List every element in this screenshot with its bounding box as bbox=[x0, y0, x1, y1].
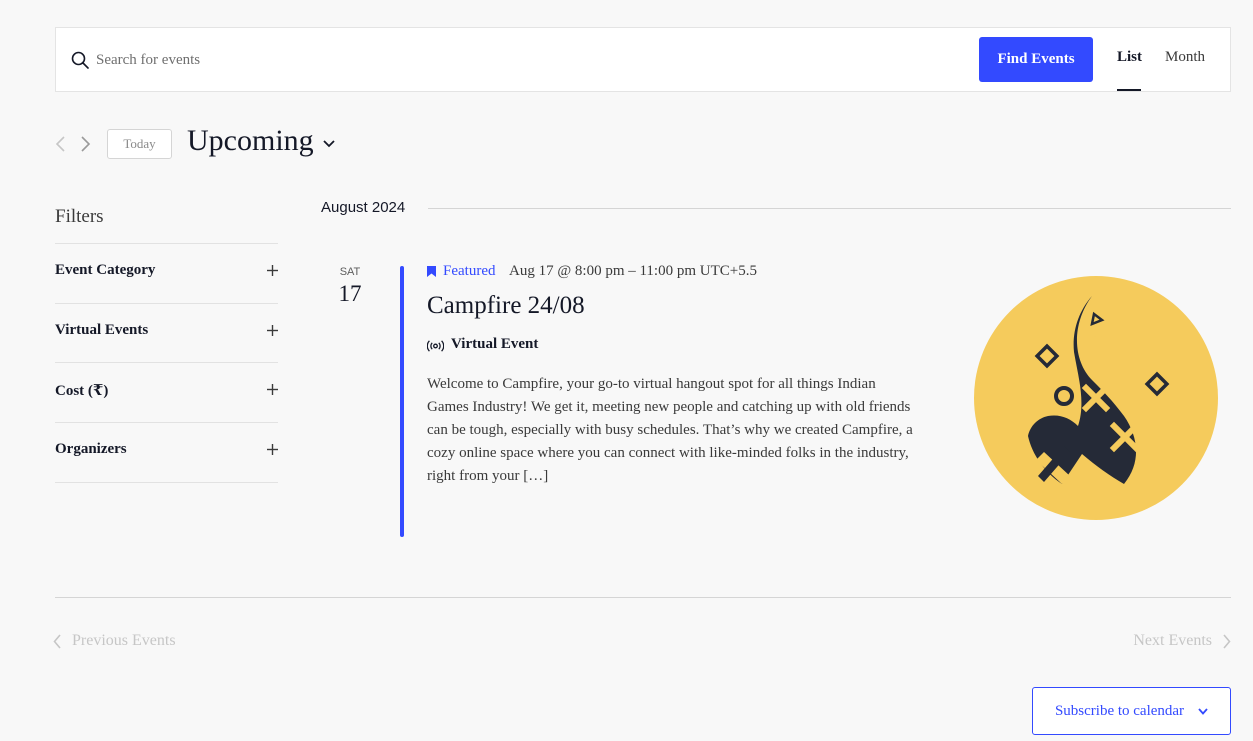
event-description: Welcome to Campfire, your go-to virtual … bbox=[427, 376, 913, 484]
find-events-button[interactable]: Find Events bbox=[979, 37, 1093, 82]
filter-cost[interactable]: Cost (₹) bbox=[55, 362, 278, 422]
event-day-of-week: SAT bbox=[339, 266, 361, 278]
search-input[interactable] bbox=[96, 48, 896, 72]
search-icon bbox=[71, 51, 89, 69]
plus-icon[interactable] bbox=[267, 325, 278, 336]
previous-events-label: Previous Events bbox=[72, 632, 176, 649]
bookmark-icon bbox=[427, 266, 436, 277]
month-separator-label: August 2024 bbox=[321, 199, 406, 216]
next-arrow-icon[interactable] bbox=[79, 135, 93, 153]
next-events-link[interactable]: Next Events bbox=[1133, 632, 1231, 650]
subscribe-to-calendar-button[interactable]: Subscribe to calendar bbox=[1032, 687, 1231, 735]
subscribe-label: Subscribe to calendar bbox=[1054, 702, 1185, 719]
event-day-number: 17 bbox=[338, 281, 362, 306]
filters-divider bbox=[55, 482, 278, 483]
view-tab-list[interactable]: List bbox=[1117, 49, 1142, 66]
active-view-indicator bbox=[1117, 89, 1141, 91]
filter-label: Organizers bbox=[55, 441, 127, 457]
event-image-campfire-logo[interactable] bbox=[974, 276, 1218, 520]
virtual-event-label: Virtual Event bbox=[451, 336, 539, 352]
next-events-label: Next Events bbox=[1133, 632, 1212, 649]
chevron-down-icon bbox=[1198, 707, 1208, 715]
filter-virtual-events[interactable]: Virtual Events bbox=[55, 303, 278, 363]
filter-label: Cost (₹) bbox=[55, 383, 109, 399]
featured-label: Featured bbox=[443, 263, 496, 279]
chevron-left-icon bbox=[53, 633, 61, 649]
filter-label: Event Category bbox=[55, 262, 156, 278]
chevron-right-icon bbox=[1223, 633, 1231, 649]
chevron-down-icon[interactable] bbox=[323, 138, 335, 148]
events-search-bar: Find Events List Month bbox=[55, 27, 1231, 92]
filter-organizers[interactable]: Organizers bbox=[55, 422, 278, 482]
event-title-link[interactable]: Campfire 24/08 bbox=[427, 292, 585, 320]
month-separator-line bbox=[428, 208, 1231, 209]
filter-event-category[interactable]: Event Category bbox=[55, 243, 278, 303]
plus-icon[interactable] bbox=[267, 384, 278, 395]
previous-arrow-icon[interactable] bbox=[53, 135, 67, 153]
today-button[interactable]: Today bbox=[107, 129, 172, 159]
list-footer-divider bbox=[55, 597, 1231, 598]
plus-icon[interactable] bbox=[267, 265, 278, 276]
previous-events-link[interactable]: Previous Events bbox=[53, 632, 176, 650]
event-datetime: Aug 17 @ 8:00 pm – 11:00 pm UTC+5.5 bbox=[509, 263, 757, 279]
featured-indicator-bar bbox=[400, 266, 404, 537]
view-tab-month[interactable]: Month bbox=[1165, 49, 1205, 66]
filters-title: Filters bbox=[55, 206, 104, 227]
filter-label: Virtual Events bbox=[55, 322, 149, 338]
virtual-event-icon bbox=[427, 340, 444, 352]
plus-icon[interactable] bbox=[267, 444, 278, 455]
date-range-selector[interactable]: Upcoming bbox=[187, 124, 314, 158]
